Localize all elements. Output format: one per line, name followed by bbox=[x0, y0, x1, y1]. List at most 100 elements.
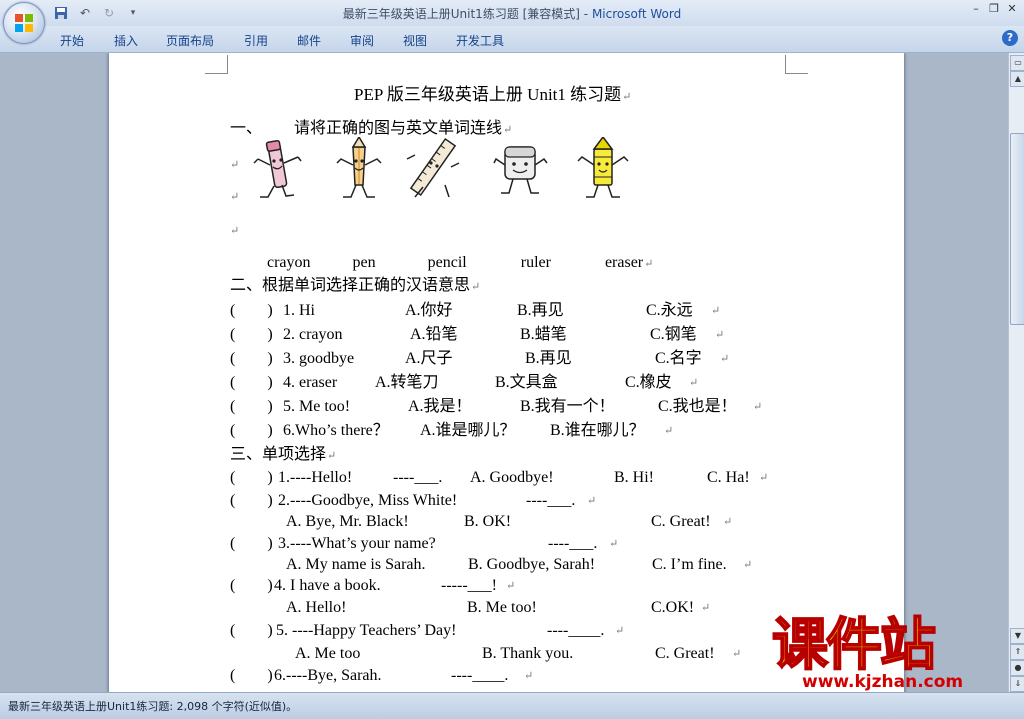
section2-row: () 6.Who’s there？ A.谁是哪儿？ B.谁在哪儿？ ↵ bbox=[230, 421, 673, 441]
option-b: B.蜡笔 bbox=[520, 326, 567, 343]
ribbon-tabs: 开始 插入 页面布局 引用 邮件 审阅 视图 开发工具 ? bbox=[0, 26, 1024, 53]
section2-row: () 1. Hi A.你好 B.再见 C.永远 ↵ bbox=[230, 301, 720, 321]
tab-references[interactable]: 引用 bbox=[244, 32, 268, 49]
office-button[interactable] bbox=[3, 2, 45, 44]
option-c: C.名字 bbox=[655, 350, 702, 367]
document-workspace: PEP 版三年级英语上册 Unit1 练习题↵ 一、 请将正确的图与英文单词连线↵… bbox=[0, 53, 1008, 692]
section2-row: () 4. eraser A.转笔刀 B.文具盒 C.橡皮 ↵ bbox=[230, 373, 698, 393]
reply-blank: -----___! bbox=[441, 577, 497, 594]
section2-row: () 2. crayon A.铅笔 B.蜡笔 C.钢笔 ↵ bbox=[230, 325, 724, 345]
restore-icon[interactable]: ❐ bbox=[986, 2, 1002, 16]
paragraph-mark: ↵ bbox=[615, 625, 625, 637]
option-c: C. Ha! bbox=[707, 469, 750, 486]
question: 6.Who’s there？ bbox=[283, 422, 389, 439]
option-c: C. Great! bbox=[651, 513, 711, 530]
paren-close: ) bbox=[267, 535, 273, 552]
section3-options: A. Me too B. Thank you. C. Great! ↵ bbox=[295, 644, 741, 664]
question: 5. Me too! bbox=[283, 398, 351, 415]
paragraph-mark: ↵ bbox=[723, 516, 733, 528]
watermark-brand: 课件站 bbox=[771, 613, 937, 679]
scrollbar-thumb[interactable] bbox=[1010, 133, 1024, 325]
tab-view[interactable]: 视图 bbox=[403, 32, 427, 49]
reply-blank: ----____. bbox=[547, 622, 605, 639]
section3-item: () 6.----Bye, Sarah. ----____. ↵ bbox=[230, 666, 533, 686]
word-crayon: crayon bbox=[267, 254, 311, 271]
option-b: B. Me too! bbox=[467, 599, 537, 616]
minimize-icon[interactable]: – bbox=[968, 2, 984, 16]
paragraph-mark: ↵ bbox=[753, 401, 763, 413]
tab-mailings[interactable]: 邮件 bbox=[297, 32, 321, 49]
paragraph-mark: ↵ bbox=[664, 425, 674, 437]
paragraph-mark: ↵ bbox=[471, 281, 481, 293]
paren-open: ( bbox=[230, 492, 236, 509]
section3-heading: 三、单项选择↵ bbox=[230, 445, 336, 466]
paragraph-mark: ↵ bbox=[622, 91, 632, 103]
pen-picture bbox=[253, 139, 302, 198]
app-name: Microsoft Word bbox=[591, 7, 682, 21]
reply-blank: ----___. bbox=[526, 492, 576, 509]
next-page-icon[interactable]: ⇓ bbox=[1010, 676, 1024, 692]
section2-heading: 二、根据单词选择正确的汉语意思↵ bbox=[230, 276, 480, 297]
question: 1. Hi bbox=[283, 302, 315, 319]
ruler-toggle-icon[interactable]: ▭ bbox=[1010, 55, 1024, 71]
prev-page-icon[interactable]: ⇑ bbox=[1010, 644, 1024, 660]
crayon-picture bbox=[577, 137, 629, 198]
option-a: A.我是！ bbox=[408, 398, 472, 415]
document-page[interactable]: PEP 版三年级英语上册 Unit1 练习题↵ 一、 请将正确的图与英文单词连线↵… bbox=[109, 53, 904, 692]
question: 4. I have a book. bbox=[274, 577, 381, 594]
tab-insert[interactable]: 插入 bbox=[114, 32, 138, 49]
paragraph-mark: ↵ bbox=[327, 450, 337, 462]
help-icon[interactable]: ? bbox=[1002, 30, 1018, 46]
question: 3. goodbye bbox=[283, 350, 355, 367]
scroll-up-icon[interactable]: ▲ bbox=[1010, 71, 1024, 87]
select-browse-icon[interactable]: ● bbox=[1010, 660, 1024, 676]
paragraph-mark: ↵ bbox=[711, 305, 721, 317]
paragraph-mark: ↵ bbox=[759, 472, 769, 484]
section2-row: () 3. goodbye A.尺子 B.再见 C.名字 ↵ bbox=[230, 349, 729, 369]
question: 1.----Hello! bbox=[278, 469, 353, 486]
option-a: A.你好 bbox=[405, 302, 453, 319]
vertical-scrollbar[interactable]: ▭ ▲ ▼ ⇑ ● ⇓ bbox=[1008, 53, 1024, 692]
paragraph-mark: ↵ bbox=[503, 124, 513, 136]
paragraph-mark: ↵ bbox=[644, 258, 654, 270]
section3-options: A. My name is Sarah. B. Goodbye, Sarah! C.… bbox=[286, 555, 752, 575]
paren-open: ( bbox=[230, 302, 236, 319]
paren-open: ( bbox=[230, 469, 236, 486]
close-icon[interactable]: ✕ bbox=[1004, 2, 1020, 16]
option-b: B. Thank you. bbox=[482, 645, 574, 662]
question: 4. eraser bbox=[283, 374, 338, 391]
tab-review[interactable]: 审阅 bbox=[350, 32, 374, 49]
margin-corner-right bbox=[785, 55, 808, 74]
paren-open: ( bbox=[230, 577, 236, 594]
paragraph-mark: ↵ bbox=[609, 538, 619, 550]
option-a: A.尺子 bbox=[405, 350, 453, 367]
option-b: B.谁在哪儿？ bbox=[550, 422, 645, 439]
tab-developer[interactable]: 开发工具 bbox=[456, 32, 504, 49]
reply-blank: ----___. bbox=[548, 535, 598, 552]
paren-open: ( bbox=[230, 535, 236, 552]
paren-open: ( bbox=[230, 326, 236, 343]
paren-close: ) bbox=[267, 302, 273, 319]
option-a: A.谁是哪儿？ bbox=[420, 422, 516, 439]
doc-title: PEP 版三年级英语上册 Unit1 练习题↵ bbox=[354, 85, 631, 107]
tab-page-layout[interactable]: 页面布局 bbox=[166, 32, 214, 49]
paragraph-mark: ↵ bbox=[524, 670, 534, 682]
paren-close: ) bbox=[267, 622, 273, 639]
section3-item: () 2.----Goodbye, Miss White! ----___. ↵ bbox=[230, 491, 596, 511]
option-b: B. Goodbye, Sarah! bbox=[468, 556, 596, 573]
reply-blank: ----____. bbox=[451, 667, 509, 684]
scroll-down-icon[interactable]: ▼ bbox=[1010, 628, 1024, 644]
question: 3.----What’s your name? bbox=[278, 535, 436, 552]
document-title: 最新三年级英语上册Unit1练习题 [兼容模式] - bbox=[342, 7, 592, 21]
paren-open: ( bbox=[230, 374, 236, 391]
question: 6.----Bye, Sarah. bbox=[274, 667, 382, 684]
paren-close: ) bbox=[267, 326, 273, 343]
section3-item: () 4. I have a book. -----___! ↵ bbox=[230, 576, 515, 596]
tab-home[interactable]: 开始 bbox=[60, 32, 84, 49]
status-bar: 最新三年级英语上册Unit1练习题: 2,098 个字符(近似值)。 bbox=[0, 692, 1024, 719]
option-c: C.OK! bbox=[651, 599, 695, 616]
option-a: A. Hello! bbox=[286, 599, 347, 616]
paragraph-mark: ↵ bbox=[506, 580, 516, 592]
paren-close: ) bbox=[267, 398, 273, 415]
ruler-picture bbox=[406, 137, 460, 198]
